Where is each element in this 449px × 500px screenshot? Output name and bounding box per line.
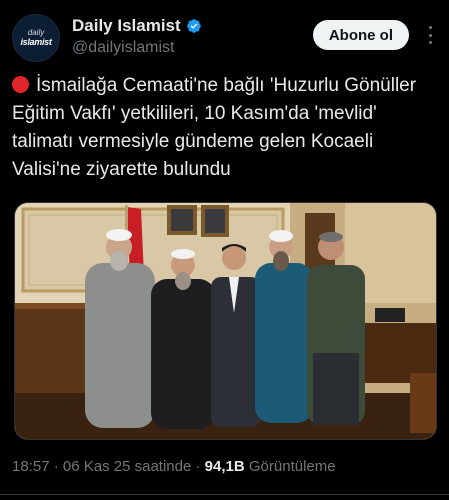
avatar-text-line2: islamist [20, 37, 52, 47]
verified-badge-icon [186, 19, 201, 33]
tweet-text: İsmailağa Cemaati'ne bağlı 'Huzurlu Gönü… [12, 75, 417, 180]
views-label: Görüntüleme [248, 458, 336, 475]
tweet-header: daily islamist Daily Islamist @dailyisla… [12, 14, 437, 64]
views-count: 94,1B [204, 458, 245, 475]
tweet-time[interactable]: 18:57 [12, 458, 50, 475]
divider [0, 494, 449, 495]
avatar-text-line1: daily [27, 28, 45, 37]
handle[interactable]: @dailyislamist [72, 39, 202, 57]
display-name-row[interactable]: Daily Islamist [72, 16, 202, 36]
avatar[interactable]: daily islamist [12, 14, 60, 62]
tweet-text-container: İsmailağa Cemaati'ne bağlı 'Huzurlu Gönü… [12, 72, 437, 184]
tweet-date[interactable]: 06 Kas 25 saatinde [63, 458, 191, 475]
tweet-meta: 18:57 · 06 Kas 25 saatinde · 94,1B Görün… [12, 458, 336, 475]
more-options-icon[interactable] [429, 26, 433, 44]
author-info: Daily Islamist @dailyislamist [72, 16, 202, 57]
tweet-photo[interactable] [14, 202, 437, 440]
follow-button[interactable]: Abone ol [312, 20, 409, 50]
group-photo-image [15, 203, 436, 439]
display-name[interactable]: Daily Islamist [72, 16, 181, 36]
red-circle-emoji-icon [12, 76, 29, 93]
